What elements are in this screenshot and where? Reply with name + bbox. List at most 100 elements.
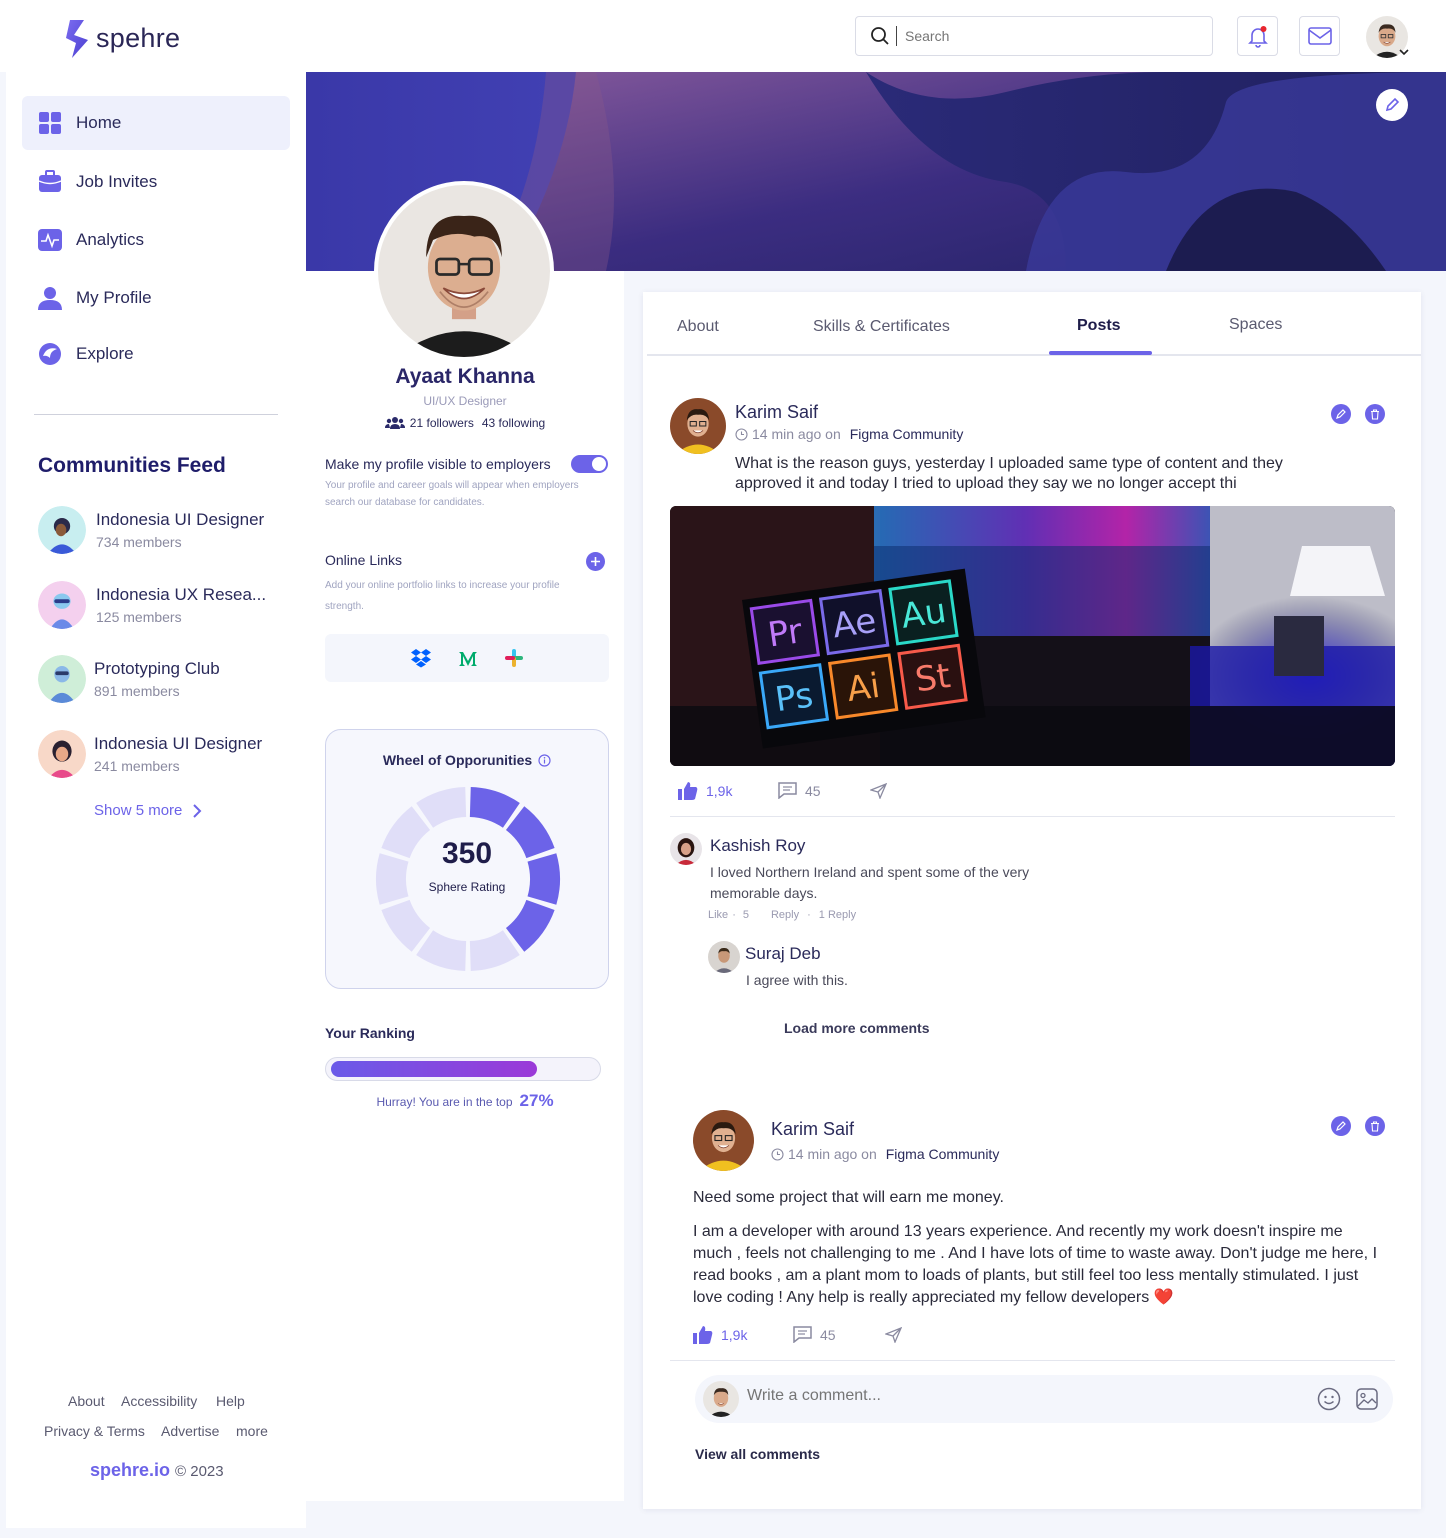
footer-link-accessibility[interactable]: Accessibility <box>121 1393 197 1409</box>
messages-button[interactable] <box>1299 16 1340 56</box>
community-item[interactable]: Indonesia UI Designer 734 members <box>38 506 264 554</box>
wheel-title-row: Wheel of Opporunities <box>326 752 608 768</box>
edit-post-button[interactable] <box>1331 1116 1351 1136</box>
comment-like-count: 5 <box>742 909 749 921</box>
post-author-avatar[interactable] <box>693 1110 754 1171</box>
footer-link-advertise[interactable]: Advertise <box>161 1423 219 1439</box>
edit-banner-button[interactable] <box>1376 89 1408 121</box>
community-item[interactable]: Prototyping Club 891 members <box>38 655 220 703</box>
clock-icon <box>735 427 748 441</box>
post-text: I am a developer with around 13 years ex… <box>693 1223 1378 1306</box>
slack-icon[interactable] <box>504 648 524 668</box>
comment-count: 45 <box>820 1326 836 1343</box>
post-community[interactable]: Figma Community <box>886 1146 1000 1162</box>
comment-reply-count[interactable]: 1 Reply <box>819 909 856 921</box>
search-box[interactable] <box>855 16 1213 56</box>
commenter-avatar[interactable] <box>670 833 702 865</box>
community-avatar <box>38 730 86 778</box>
post-author-name[interactable]: Karim Saif <box>771 1119 854 1140</box>
brand-logo[interactable]: spehre <box>64 18 180 58</box>
comment-reply[interactable]: Reply <box>771 909 799 921</box>
commenter-name[interactable]: Kashish Roy <box>710 836 805 856</box>
comment-input[interactable] <box>747 1387 1247 1405</box>
edit-post-button[interactable] <box>1331 404 1351 424</box>
sidebar-item-home[interactable]: Home <box>22 96 290 150</box>
footer-brand-link[interactable]: spehre.io <box>90 1460 170 1481</box>
load-more-comments[interactable]: Load more comments <box>784 1020 929 1036</box>
ranking-fill <box>331 1061 537 1077</box>
pencil-icon <box>1336 1121 1346 1131</box>
view-all-comments[interactable]: View all comments <box>695 1446 820 1462</box>
footer-link-more[interactable]: more <box>236 1423 268 1439</box>
share-icon[interactable] <box>885 1327 902 1343</box>
community-name: Indonesia UX Resea... <box>96 585 267 604</box>
emoji-icon[interactable] <box>1317 1387 1341 1411</box>
dropbox-icon[interactable] <box>410 648 432 668</box>
comment-like[interactable]: Like <box>708 909 728 921</box>
post-author-name[interactable]: Karim Saif <box>735 402 818 423</box>
community-name: Indonesia UI Designer <box>96 510 265 529</box>
sidebar-item-my-profile[interactable]: My Profile <box>22 271 290 325</box>
reply-avatar[interactable] <box>708 941 740 973</box>
visibility-title: Make my profile visible to employers <box>325 456 551 472</box>
post-time: 14 min ago on <box>752 426 841 442</box>
user-icon <box>38 287 62 310</box>
community-item[interactable]: Indonesia UI Designer 241 members <box>38 730 262 778</box>
notification-button[interactable] <box>1237 16 1278 56</box>
tab-skills[interactable]: Skills & Certificates <box>813 318 950 336</box>
left-sidebar: Home Job Invites Analytics My Profile Ex… <box>6 72 306 1528</box>
reply-author[interactable]: Suraj Deb <box>745 944 821 964</box>
search-input[interactable] <box>905 28 1185 44</box>
profile-role: UI/UX Designer <box>423 394 507 408</box>
sidebar-item-explore[interactable]: Explore <box>22 327 290 381</box>
footer-link-privacy[interactable]: Privacy & Terms <box>44 1423 145 1439</box>
share-icon[interactable] <box>870 783 887 799</box>
comment-button[interactable]: 45 <box>778 782 821 799</box>
show-more-link[interactable]: Show 5 more <box>94 802 202 819</box>
delete-post-button[interactable] <box>1365 1116 1385 1136</box>
comment-actions: Like · 5 Reply · 1 Reply <box>708 909 856 921</box>
chevron-right-icon <box>193 803 202 818</box>
tab-posts[interactable]: Posts <box>1077 317 1121 335</box>
post-image[interactable]: Pr Ae Au Ps Ai St <box>670 506 1395 766</box>
comment-button[interactable]: 45 <box>793 1326 836 1343</box>
add-link-button[interactable] <box>586 552 605 571</box>
compass-icon <box>39 343 61 365</box>
like-button[interactable]: 1,9k <box>678 782 732 800</box>
brand-name: spehre <box>96 22 181 53</box>
followers-count[interactable]: 21 followers <box>410 416 474 430</box>
wheel-segment <box>416 930 467 971</box>
tab-about[interactable]: About <box>677 318 719 336</box>
info-icon[interactable] <box>538 753 551 767</box>
community-name: Prototyping Club <box>94 659 220 678</box>
following-count[interactable]: 43 following <box>482 416 545 430</box>
community-members: 241 members <box>94 758 180 774</box>
comment-icon <box>793 1326 812 1343</box>
profile-photo[interactable] <box>374 181 554 361</box>
like-button[interactable]: 1,9k <box>693 1326 747 1344</box>
footer-brand: spehre.io © 2023 <box>90 1460 224 1481</box>
footer-link-help[interactable]: Help <box>216 1393 245 1409</box>
delete-post-button[interactable] <box>1365 404 1385 424</box>
visibility-toggle[interactable] <box>571 455 608 473</box>
like-count: 1,9k <box>706 783 733 799</box>
tile-au: Au <box>899 591 949 637</box>
bell-icon <box>1247 26 1268 48</box>
user-avatar-menu[interactable] <box>1366 16 1409 58</box>
wheel-segment <box>381 899 431 952</box>
sidebar-item-job-invites[interactable]: Job Invites <box>22 155 290 209</box>
wheel-segment <box>416 787 467 828</box>
post-community[interactable]: Figma Community <box>850 426 964 442</box>
plus-icon <box>591 557 600 566</box>
tile-st: St <box>913 656 953 700</box>
tab-spaces[interactable]: Spaces <box>1229 316 1282 334</box>
sidebar-divider <box>34 414 278 415</box>
medium-icon[interactable] <box>458 649 478 667</box>
links-box <box>325 634 609 682</box>
community-item[interactable]: Indonesia UX Resea... 125 members <box>38 581 266 629</box>
post-author-avatar[interactable] <box>670 398 726 454</box>
footer-link-about[interactable]: About <box>68 1393 105 1409</box>
sidebar-item-analytics[interactable]: Analytics <box>22 213 290 267</box>
image-upload-icon[interactable] <box>1355 1387 1379 1411</box>
chevron-down-icon <box>1399 49 1409 56</box>
